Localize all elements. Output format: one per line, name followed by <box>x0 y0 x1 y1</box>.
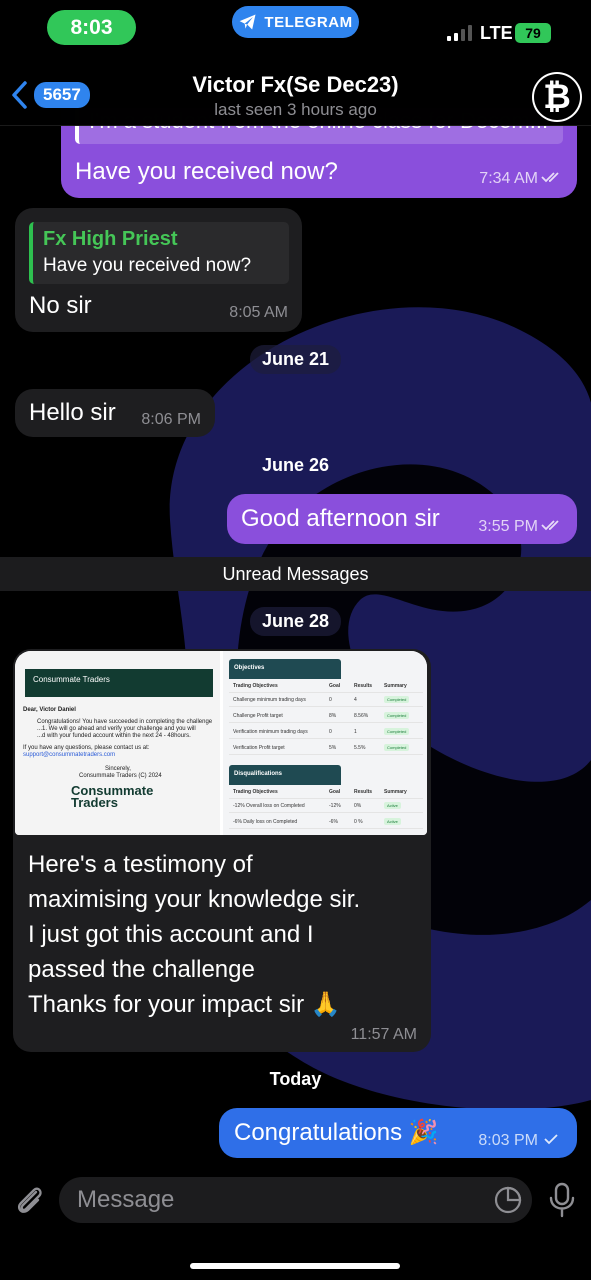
message-time: 7:34 AM <box>479 170 538 187</box>
date-separator: June 21 <box>0 345 591 374</box>
photo-email-panel: Consummate Traders Dear, Victor Daniel C… <box>15 651 220 835</box>
message-time: 8:03 PM <box>478 1132 538 1149</box>
message-outgoing[interactable]: Good afternoon sir 3:55 PM <box>227 494 577 544</box>
message-line: I just got this account and I <box>28 921 314 948</box>
home-indicator[interactable] <box>190 1263 400 1269</box>
reply-quote[interactable]: Fx High Priest Have you received now? <box>29 222 289 284</box>
message-meta: 11:57 AM <box>351 1026 417 1044</box>
message-time: 8:06 PM <box>141 411 201 428</box>
photo-body-4: If you have any questions, please contac… <box>23 745 150 751</box>
message-text: Hello sir <box>29 399 116 426</box>
double-check-icon <box>541 518 563 536</box>
message-text: Have you received now? <box>75 158 338 185</box>
disqualifications-header: Disqualifications <box>229 765 341 785</box>
table-header-row: Trading Objectives Goal Results Summary <box>229 785 423 799</box>
message-line: Here's a testimony of <box>28 851 253 878</box>
photo-email: support@consummatetraders.com <box>23 752 116 758</box>
message-line: passed the challenge <box>28 956 255 983</box>
objectives-header: Objectives <box>229 659 341 679</box>
paperclip-icon[interactable] <box>12 1183 46 1217</box>
message-text: Good afternoon sir <box>241 505 440 532</box>
message-line: Thanks for your impact sir 🙏 <box>28 991 341 1018</box>
message-meta: 8:05 AM <box>229 304 288 322</box>
table-header-row: Trading Objectives Goal Results Summary <box>229 679 423 693</box>
date-label: June 26 <box>261 455 330 475</box>
photo-body-3: ...d with your funded account within the… <box>37 733 191 739</box>
message-input[interactable] <box>59 1177 532 1223</box>
last-seen-status: last seen 3 hours ago <box>214 100 377 119</box>
message-text: Here's a testimony of maximising your kn… <box>28 847 423 1022</box>
message-meta: 7:34 AM <box>479 170 563 188</box>
message-photo[interactable]: Consummate Traders Dear, Victor Daniel C… <box>15 651 427 835</box>
message-incoming[interactable]: Hello sir 8:06 PM <box>15 389 215 437</box>
battery-level: 79 <box>525 25 541 41</box>
table-row: -6% Daily loss on Completed -6% 0 % Active <box>229 815 423 829</box>
chat-header-overlay: 5657 Victor Fx(Se Dec23) last seen 3 hou… <box>0 58 591 126</box>
message-time: 8:05 AM <box>229 304 288 321</box>
message-text: Congratulations 🎉 <box>234 1119 439 1146</box>
date-separator: June 26 <box>0 451 591 480</box>
signal-icon <box>447 25 472 41</box>
sticker-icon[interactable] <box>494 1186 522 1214</box>
date-label: June 21 <box>249 345 342 374</box>
double-check-icon <box>541 170 563 188</box>
check-icon <box>541 1132 563 1150</box>
telegram-pill[interactable]: TELEGRAM <box>232 6 359 38</box>
photo-signoff: Sincerely, <box>105 766 131 772</box>
message-meta: 8:03 PM <box>478 1132 563 1150</box>
unread-label: Unread Messages <box>222 563 369 584</box>
photo-signoff-2: Consummate Traders (C) 2024 <box>79 773 162 779</box>
unread-messages-divider: Unread Messages <box>0 557 591 591</box>
reply-text: Have you received now? <box>43 255 252 276</box>
message-meta: 8:06 PM <box>141 411 201 429</box>
photo-objectives-panel: Objectives Trading Objectives Goal Results… <box>223 651 427 835</box>
message-incoming-photo[interactable]: Consummate Traders Dear, Victor Daniel C… <box>13 649 431 1052</box>
photo-body-2: ...1. We will go ahead and verify your c… <box>37 726 196 732</box>
contact-avatar[interactable]: ₿ <box>532 72 582 122</box>
table-row: Verification minimum trading days 0 1 Compl… <box>229 725 423 739</box>
message-outgoing[interactable]: Congratulations 🎉 8:03 PM <box>219 1108 577 1158</box>
date-separator: June 28 <box>0 607 591 636</box>
table-row: Verification Profit target 5% 5.5% Complete… <box>229 741 423 755</box>
chat-title[interactable]: Victor Fx(Se Dec23) <box>0 72 591 98</box>
photo-greeting: Dear, Victor Daniel <box>23 707 76 713</box>
status-time: 8:03 <box>47 10 136 45</box>
date-label: Today <box>269 1069 322 1089</box>
reply-author: Fx High Priest <box>43 228 178 250</box>
telegram-pill-label: TELEGRAM <box>264 13 353 31</box>
date-separator: Today <box>0 1065 591 1094</box>
message-text: No sir <box>29 292 92 319</box>
table-row: -12% Overall loss on Completed -12% 0% Acti… <box>229 799 423 813</box>
battery-icon: 79 <box>515 23 551 43</box>
bitcoin-icon: ₿ <box>534 74 580 120</box>
table-row: Challenge minimum trading days 0 4 Complete… <box>229 693 423 707</box>
status-bar: 8:03 TELEGRAM LTE 79 <box>0 0 591 50</box>
brand-banner: Consummate Traders <box>25 669 213 697</box>
microphone-icon[interactable] <box>548 1182 576 1218</box>
message-time: 3:55 PM <box>478 518 538 535</box>
table-row: Challenge Profit target 8% 8.56% Completed <box>229 709 423 723</box>
message-time: 11:57 AM <box>350 1026 417 1043</box>
message-line: maximising your knowledge sir. <box>28 886 361 913</box>
brand-logo-large: Consummate Traders <box>71 783 154 810</box>
message-meta: 3:55 PM <box>478 518 563 536</box>
telegram-plane-icon <box>240 14 256 30</box>
message-incoming[interactable]: Fx High Priest Have you received now? No… <box>15 208 302 332</box>
photo-body-1: Congratulations! You have succeeded in c… <box>37 719 213 725</box>
brand-logo-small: Consummate Traders <box>33 675 110 684</box>
date-label: June 28 <box>249 607 342 636</box>
network-label: LTE <box>480 23 513 43</box>
